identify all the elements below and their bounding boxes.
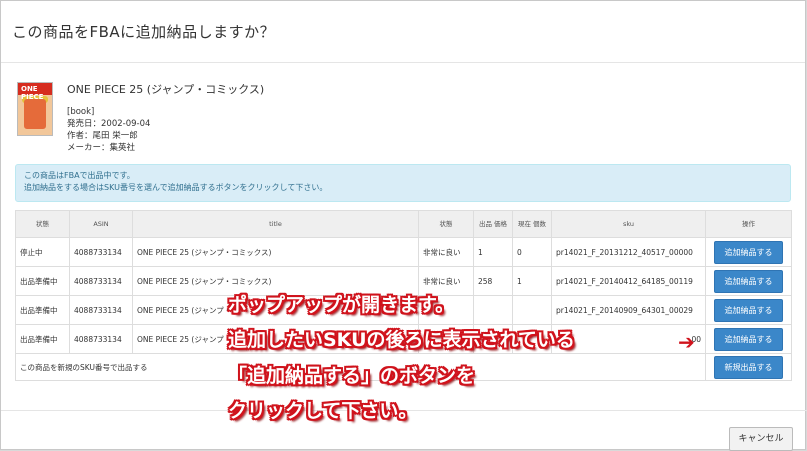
- arrow-right-icon: ➔: [678, 330, 695, 354]
- cell-asin: 4088733134: [69, 324, 133, 354]
- annotation-line-3: 「追加納品する」のボタンを: [228, 365, 476, 387]
- cell-asin: 4088733134: [69, 266, 133, 296]
- cancel-button[interactable]: キャンセル: [729, 427, 793, 451]
- add-shipment-button[interactable]: 追加納品する: [714, 327, 783, 351]
- cell-asin: 4088733134: [69, 237, 133, 267]
- cell-price: [473, 295, 513, 325]
- add-shipment-button[interactable]: 追加納品する: [714, 240, 783, 264]
- cell-sku: pr14021_F_20140412_64185_00119: [551, 266, 706, 296]
- cell-status: 出品準備中: [15, 266, 70, 296]
- cell-action: 追加納品する: [705, 324, 792, 354]
- col-header-qty: 現在 個数: [512, 210, 552, 238]
- product-type: [book]: [67, 107, 95, 117]
- cell-status: 出品準備中: [15, 295, 70, 325]
- cell-qty: 0: [512, 237, 552, 267]
- col-header-price: 出品 価格: [473, 210, 513, 238]
- cell-qty: [512, 295, 552, 325]
- add-shipment-button[interactable]: 追加納品する: [714, 269, 783, 293]
- col-header-asin: ASIN: [69, 210, 133, 238]
- alert-line-1: この商品はFBAで出品中です。: [24, 171, 135, 180]
- cell-title: ONE PIECE 25 (ジャンプ・コミックス): [132, 237, 419, 267]
- product-title: ONE PIECE 25 (ジャンプ・コミックス): [67, 83, 265, 96]
- info-alert: この商品はFBAで出品中です。 追加納品をする場合はSKU番号を選んで追加納品す…: [15, 164, 791, 202]
- cell-condition: 非常に良い: [418, 237, 474, 267]
- cell-action: 新規出品する: [705, 353, 792, 381]
- annotation-line-4: クリックして下さい。: [228, 400, 418, 422]
- alert-line-2: 追加納品をする場合はSKU番号を選んで追加納品するボタンをクリックして下さい。: [24, 183, 328, 192]
- product-maker: メーカー：集英社: [67, 143, 136, 153]
- product-cover-image: ONE PIECE: [17, 82, 53, 136]
- cell-status: 停止中: [15, 237, 70, 267]
- modal-header: この商品をFBAに追加納品しますか？: [1, 1, 805, 63]
- cell-qty: 1: [512, 266, 552, 296]
- product-release-date: 発売日：2002-09-04: [67, 119, 151, 129]
- annotation-line-1: ポップアップが開きます。: [228, 294, 455, 316]
- product-meta: [book] 発売日：2002-09-04 作者：尾田 栄一郎 メーカー：集英社: [67, 106, 150, 154]
- annotation-line-2: 追加したいSKUの後ろに表示されている: [228, 329, 575, 351]
- col-header-action: 操作: [705, 210, 792, 238]
- product-info: ONE PIECE ONE PIECE 25 (ジャンプ・コミックス) [book…: [17, 81, 777, 161]
- cell-price: 1: [473, 237, 513, 267]
- col-header-condition: 状態: [418, 210, 474, 238]
- cell-action: 追加納品する: [705, 266, 792, 296]
- cell-status: 出品準備中: [15, 324, 70, 354]
- cell-action: 追加納品する: [705, 295, 792, 325]
- cell-sku: pr14021_F_20140909_64301_00029: [551, 295, 706, 325]
- table-header-row: 状態 ASIN title 状態 出品 価格 現在 個数 sku 操作: [15, 210, 792, 238]
- add-shipment-button[interactable]: 追加納品する: [714, 298, 783, 322]
- col-header-sku: sku: [551, 210, 706, 238]
- cell-action: 追加納品する: [705, 237, 792, 267]
- col-header-title: title: [132, 210, 419, 238]
- col-header-status: 状態: [15, 210, 70, 238]
- table-row: 停止中 4088733134 ONE PIECE 25 (ジャンプ・コミックス)…: [15, 237, 792, 267]
- modal-title: この商品をFBAに追加納品しますか？: [12, 23, 276, 41]
- cell-price: 258: [473, 266, 513, 296]
- cell-asin: 4088733134: [69, 295, 133, 325]
- product-author: 作者：尾田 栄一郎: [67, 131, 138, 141]
- cell-sku: pr14021_F_20131212_40517_00000: [551, 237, 706, 267]
- new-listing-button[interactable]: 新規出品する: [714, 355, 783, 379]
